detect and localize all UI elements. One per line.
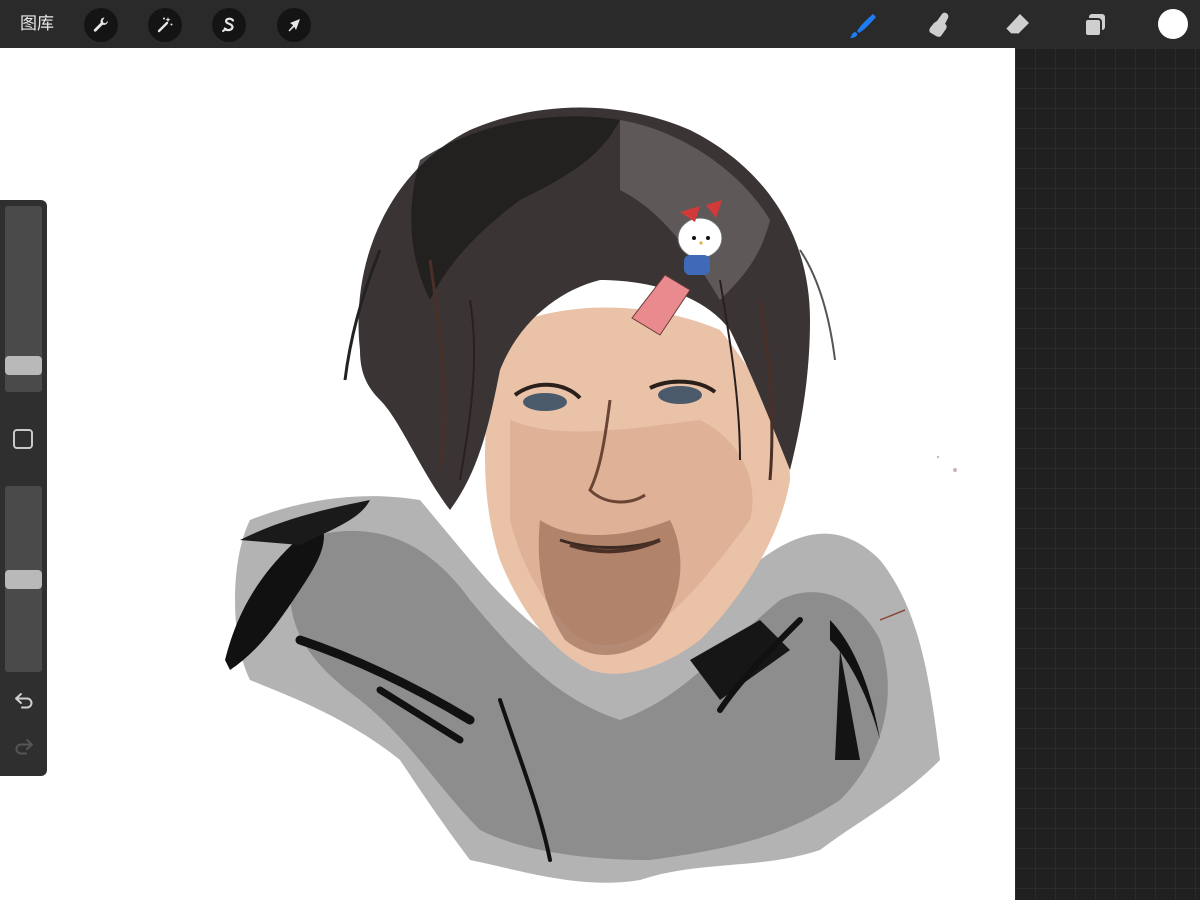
selection-button[interactable] [212,8,246,42]
opacity-thumb[interactable] [5,569,42,589]
smudge-finger-icon [929,12,949,37]
brush-icon [850,14,876,38]
actions-button[interactable] [84,8,118,42]
arrow-cursor-icon [288,19,300,32]
eraser-icon [1005,14,1029,35]
magic-wand-icon [157,17,173,33]
brush-tool-button[interactable] [845,8,879,42]
transform-button[interactable] [277,8,311,42]
portrait-artwork [225,107,957,883]
undo-icon [15,693,33,709]
wrench-icon [93,17,108,32]
modify-square-icon[interactable] [13,429,33,449]
drawing-canvas[interactable] [0,48,1015,900]
selection-s-icon [222,17,235,32]
smudge-tool-button[interactable] [922,8,956,42]
gallery-button[interactable]: 图库 [20,12,54,36]
top-toolbar: 图库 [0,0,1200,48]
color-picker-button[interactable] [1158,9,1188,39]
layers-icon [1084,14,1105,37]
left-sidebar [0,200,47,776]
undo-button[interactable] [12,690,36,710]
redo-button[interactable] [12,736,36,756]
layers-button[interactable] [1078,8,1112,42]
adjustments-button[interactable] [148,8,182,42]
eraser-tool-button[interactable] [1000,8,1034,42]
brush-size-thumb[interactable] [5,356,42,376]
workspace-grid [1015,48,1200,900]
redo-icon [15,739,33,755]
